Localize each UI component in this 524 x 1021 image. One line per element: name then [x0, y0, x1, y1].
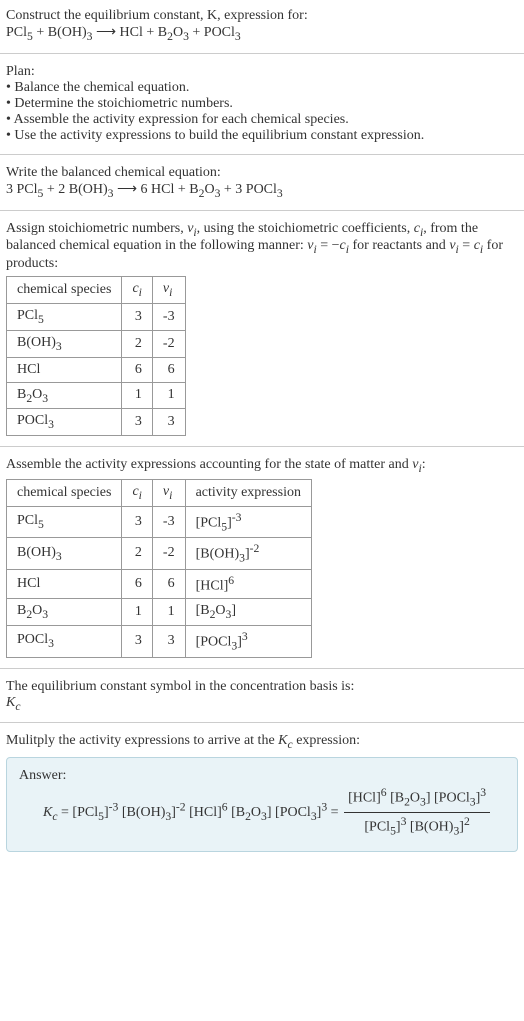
kc-lhs: Kc = [PCl5]-3 [B(OH)3]-2 [HCl]6 [B2O3] [… [43, 805, 342, 820]
kc-symbol-block: The equilibrium constant symbol in the c… [0, 671, 524, 721]
cell-species: POCl3 [7, 409, 122, 436]
cell-ci: 1 [122, 599, 152, 626]
cell-vi: 3 [152, 409, 185, 436]
cell-vi: 3 [152, 626, 185, 657]
col-vi: νi [152, 479, 185, 506]
table-row: PCl5 3 -3 [PCl5]-3 [7, 506, 312, 537]
cell-ci: 6 [122, 569, 152, 599]
cell-ci: 3 [122, 626, 152, 657]
kc-numerator: [HCl]6 [B2O3] [POCl3]3 [344, 784, 490, 813]
kc-symbol-line2: Kc [6, 695, 518, 713]
table-row: HCl 6 6 [HCl]6 [7, 569, 312, 599]
balanced-equation: 3 PCl5 + 2 B(OH)3 ⟶ 6 HCl + B2O3 + 3 POC… [6, 181, 518, 200]
cell-species: B2O3 [7, 599, 122, 626]
cell-ci: 3 [122, 506, 152, 537]
cell-vi: 1 [152, 599, 185, 626]
kc-fraction: [HCl]6 [B2O3] [POCl3]3 [PCl5]3 [B(OH)3]2 [344, 784, 490, 841]
cell-activity-expression: [B(OH)3]-2 [185, 538, 311, 569]
cell-ci: 3 [122, 409, 152, 436]
table-row: HCl 6 6 [7, 357, 186, 382]
cell-species: B2O3 [7, 382, 122, 409]
plan-bullet: • Assemble the activity expression for e… [6, 112, 518, 128]
cell-activity-expression: [POCl3]3 [185, 626, 311, 657]
cell-ci: 2 [122, 538, 152, 569]
activity-intro: Assemble the activity expressions accoun… [6, 457, 518, 475]
cell-vi: 6 [152, 569, 185, 599]
stoich-table: chemical species ci νi PCl5 3 -3 B(OH)3 … [6, 276, 186, 436]
kc-denominator: [PCl5]3 [B(OH)3]2 [344, 813, 490, 841]
col-species: chemical species [7, 277, 122, 304]
final-intro: Mulitply the activity expressions to arr… [6, 733, 518, 751]
cell-species: PCl5 [7, 506, 122, 537]
cell-activity-expression: [PCl5]-3 [185, 506, 311, 537]
answer-label: Answer: [19, 768, 505, 784]
col-vi: νi [152, 277, 185, 304]
cell-vi: -3 [152, 506, 185, 537]
plan-title: Plan: [6, 64, 518, 80]
cell-species: PCl5 [7, 303, 122, 330]
cell-ci: 6 [122, 357, 152, 382]
final-block: Mulitply the activity expressions to arr… [0, 725, 524, 860]
table-row: B2O3 1 1 [B2O3] [7, 599, 312, 626]
col-ci: ci [122, 479, 152, 506]
plan-bullet: • Use the activity expressions to build … [6, 128, 518, 144]
balanced-block: Write the balanced chemical equation: 3 … [0, 157, 524, 208]
col-ci: ci [122, 277, 152, 304]
plan-bullet: • Balance the chemical equation. [6, 80, 518, 96]
table-row: B(OH)3 2 -2 [B(OH)3]-2 [7, 538, 312, 569]
intro-equation: PCl5 + B(OH)3 ⟶ HCl + B2O3 + POCl3 [6, 24, 518, 43]
cell-species: B(OH)3 [7, 538, 122, 569]
table-row: B(OH)3 2 -2 [7, 330, 186, 357]
balanced-title: Write the balanced chemical equation: [6, 165, 518, 181]
kc-expression: Kc = [PCl5]-3 [B(OH)3]-2 [HCl]6 [B2O3] [… [19, 784, 505, 841]
cell-vi: 1 [152, 382, 185, 409]
table-row: PCl5 3 -3 [7, 303, 186, 330]
cell-species: HCl [7, 357, 122, 382]
table-row: B2O3 1 1 [7, 382, 186, 409]
kc-symbol-line1: The equilibrium constant symbol in the c… [6, 679, 518, 695]
answer-box: Answer: Kc = [PCl5]-3 [B(OH)3]-2 [HCl]6 … [6, 757, 518, 852]
cell-ci: 1 [122, 382, 152, 409]
plan-block: Plan: • Balance the chemical equation. •… [0, 56, 524, 152]
stoich-block: Assign stoichiometric numbers, νi, using… [0, 213, 524, 445]
activity-table: chemical species ci νi activity expressi… [6, 479, 312, 658]
cell-ci: 3 [122, 303, 152, 330]
cell-species: POCl3 [7, 626, 122, 657]
cell-vi: -2 [152, 330, 185, 357]
cell-vi: -3 [152, 303, 185, 330]
cell-species: HCl [7, 569, 122, 599]
intro-line1: Construct the equilibrium constant, K, e… [6, 8, 518, 24]
intro-block: Construct the equilibrium constant, K, e… [0, 0, 524, 51]
cell-ci: 2 [122, 330, 152, 357]
stoich-intro: Assign stoichiometric numbers, νi, using… [6, 221, 518, 273]
table-header-row: chemical species ci νi [7, 277, 186, 304]
table-row: POCl3 3 3 [POCl3]3 [7, 626, 312, 657]
col-species: chemical species [7, 479, 122, 506]
table-row: POCl3 3 3 [7, 409, 186, 436]
col-activity-expression: activity expression [185, 479, 311, 506]
plan-bullet: • Determine the stoichiometric numbers. [6, 96, 518, 112]
cell-species: B(OH)3 [7, 330, 122, 357]
cell-activity-expression: [HCl]6 [185, 569, 311, 599]
cell-activity-expression: [B2O3] [185, 599, 311, 626]
cell-vi: -2 [152, 538, 185, 569]
activity-block: Assemble the activity expressions accoun… [0, 449, 524, 665]
cell-vi: 6 [152, 357, 185, 382]
table-header-row: chemical species ci νi activity expressi… [7, 479, 312, 506]
